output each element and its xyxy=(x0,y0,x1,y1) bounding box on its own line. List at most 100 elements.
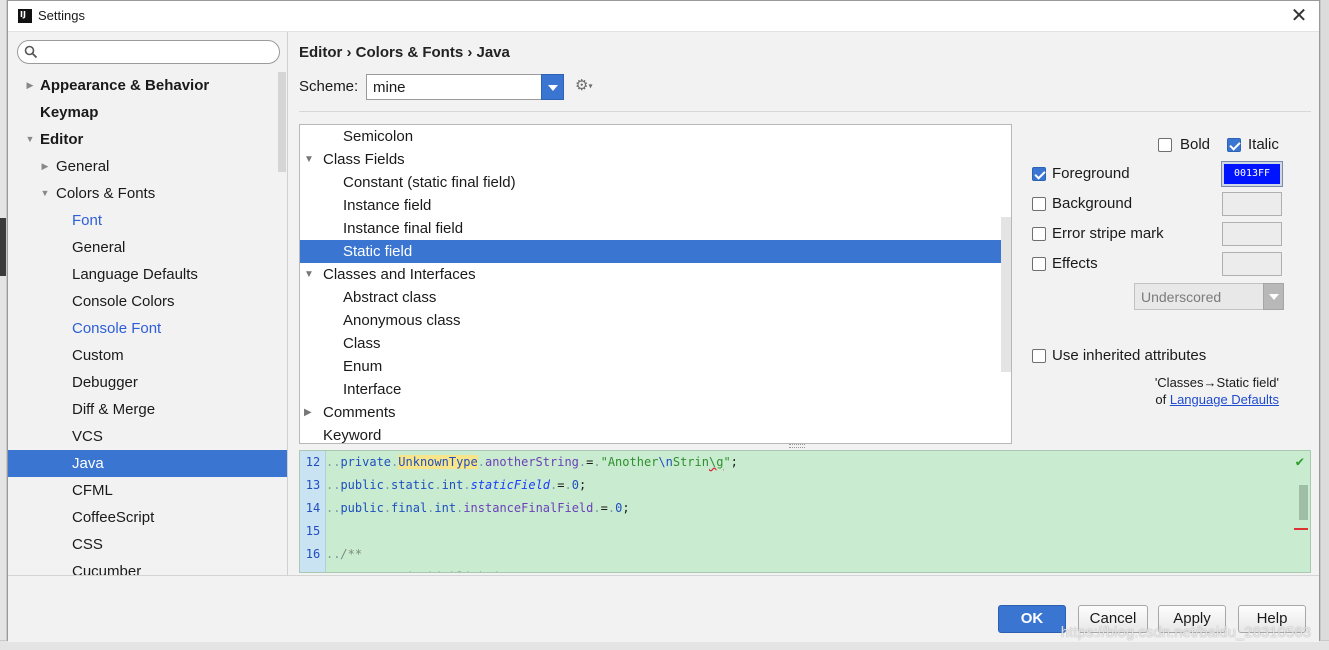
line-number: 14 xyxy=(305,501,321,515)
error-stripe-color-swatch[interactable] xyxy=(1222,222,1282,246)
color-element-item[interactable]: Anonymous class xyxy=(300,309,1011,332)
color-element-label: Interface xyxy=(343,381,402,398)
foreground-color-swatch[interactable]: 0013FF xyxy=(1221,161,1283,187)
color-element-label: Instance final field xyxy=(343,220,464,237)
effects-checkbox[interactable] xyxy=(1032,257,1046,271)
code-token: .. xyxy=(326,478,341,492)
close-icon[interactable]: ✕ xyxy=(1287,4,1311,28)
expand-right-icon[interactable]: ▶ xyxy=(24,72,36,99)
sidebar-item[interactable]: ▶ General xyxy=(8,153,287,180)
background-color-swatch[interactable] xyxy=(1222,192,1282,216)
settings-tree: ▶ Appearance & Behavior Keymap ▼ Editor ▶ Gene… xyxy=(8,72,287,585)
sidebar-item[interactable]: Language Defaults xyxy=(8,261,287,288)
sidebar-item[interactable]: VCS xyxy=(8,423,287,450)
code-token: \n xyxy=(658,455,673,469)
settings-search[interactable] xyxy=(17,40,280,64)
sidebar-item[interactable]: ▶ Appearance & Behavior xyxy=(8,72,287,99)
code-token: public xyxy=(340,501,384,515)
color-element-label: Instance field xyxy=(343,197,432,214)
gear-icon[interactable]: ⚙▾ xyxy=(575,76,592,94)
color-elements-tree[interactable]: Keyword ▶ Comments Interface Enum Class Anonym… xyxy=(299,124,1012,444)
expand-down-icon[interactable]: ▼ xyxy=(39,180,51,207)
bold-checkbox[interactable] xyxy=(1158,138,1172,152)
sidebar-item-label: General xyxy=(56,158,110,175)
search-input[interactable] xyxy=(42,44,274,60)
foreground-hex: 0013FF xyxy=(1233,168,1271,179)
color-element-item[interactable]: Class xyxy=(300,332,1011,355)
language-defaults-link[interactable]: Language Defaults xyxy=(1170,392,1279,407)
code-line: 14 ..public.final.int.instanceFinalField.… xyxy=(300,497,1310,520)
color-element-item[interactable]: Semicolon xyxy=(300,125,1011,148)
breadcrumb: Editor › Colors & Fonts › Java xyxy=(299,44,510,61)
splitter-handle[interactable] xyxy=(789,444,805,448)
scheme-label: Scheme: xyxy=(299,78,359,95)
effects-color-swatch[interactable] xyxy=(1222,252,1282,276)
elements-scrollbar[interactable] xyxy=(1001,217,1011,372)
sidebar-item[interactable]: Diff & Merge xyxy=(8,396,287,423)
error-stripe-checkbox[interactable] xyxy=(1032,227,1046,241)
code-token: static xyxy=(391,478,435,492)
color-element-item[interactable]: ▼ Class Fields xyxy=(300,148,1011,171)
scheme-value: mine xyxy=(373,79,406,96)
expand-down-icon[interactable]: ▼ xyxy=(304,263,314,286)
ok-button[interactable]: OK xyxy=(998,605,1066,633)
code-preview[interactable]: ✔ 12 ..private.UnknownType.anotherString.… xyxy=(299,450,1311,573)
sidebar-item[interactable]: Font xyxy=(8,207,287,234)
effects-type-dropdown[interactable]: Underscored xyxy=(1134,283,1284,310)
chevron-down-icon[interactable] xyxy=(541,74,564,100)
code-token: /** xyxy=(340,547,363,561)
inherited-source: 'Classes→Static field' xyxy=(1154,375,1279,390)
code-token: " xyxy=(723,455,731,469)
settings-sidebar: ▶ Appearance & Behavior Keymap ▼ Editor ▶ Gene… xyxy=(8,32,288,580)
sidebar-item[interactable]: ▼ Editor xyxy=(8,126,287,153)
chevron-down-icon[interactable] xyxy=(1263,283,1284,310)
sidebar-item[interactable]: Java xyxy=(8,450,287,477)
line-number: 17 xyxy=(300,566,326,572)
sidebar-item[interactable]: CoffeeScript xyxy=(8,504,287,531)
expand-down-icon[interactable]: ▼ xyxy=(304,148,314,171)
code-token: . xyxy=(434,478,442,492)
sidebar-item-label: Java xyxy=(72,455,104,472)
code-token: ... xyxy=(326,570,348,572)
color-element-item[interactable]: Abstract class xyxy=(300,286,1011,309)
ide-background-strip xyxy=(0,0,7,650)
use-inherited-checkbox[interactable] xyxy=(1032,349,1046,363)
code-token: . xyxy=(607,501,616,515)
color-element-item[interactable]: Instance field xyxy=(300,194,1011,217)
italic-checkbox[interactable] xyxy=(1227,138,1241,152)
color-element-label: Class Fields xyxy=(323,151,405,168)
scheme-dropdown[interactable]: mine xyxy=(366,74,564,100)
sidebar-item-label: Custom xyxy=(72,347,124,364)
sidebar-item[interactable]: Console Font xyxy=(8,315,287,342)
color-element-item[interactable]: Constant (static final field) xyxy=(300,171,1011,194)
colors-fonts-panel: Editor › Colors & Fonts › Java Scheme: m… xyxy=(289,32,1319,575)
sidebar-item[interactable]: CSS xyxy=(8,531,287,558)
color-element-item[interactable]: Instance final field xyxy=(300,217,1011,240)
sidebar-item[interactable]: Console Colors xyxy=(8,288,287,315)
sidebar-item[interactable]: ▼ Colors & Fonts xyxy=(8,180,287,207)
inherited-from-note: 'Classes→Static field' of Language Defau… xyxy=(1155,374,1279,408)
expand-down-icon[interactable]: ▼ xyxy=(24,126,36,153)
expand-right-icon[interactable]: ▶ xyxy=(39,153,51,180)
color-element-item[interactable]: ▶ Comments xyxy=(300,401,1011,424)
foreground-checkbox[interactable] xyxy=(1032,167,1046,181)
foreground-label: Foreground xyxy=(1052,165,1130,182)
sidebar-item[interactable]: Debugger xyxy=(8,369,287,396)
color-element-item[interactable]: ▼ Classes and Interfaces xyxy=(300,263,1011,286)
sidebar-item[interactable]: Keymap xyxy=(8,99,287,126)
sidebar-scrollbar[interactable] xyxy=(278,72,286,172)
code-token: .. xyxy=(326,547,341,561)
background-checkbox[interactable] xyxy=(1032,197,1046,211)
color-element-item[interactable]: Static field xyxy=(300,240,1011,263)
sidebar-item[interactable]: CFML xyxy=(8,477,287,504)
effects-label: Effects xyxy=(1052,255,1098,272)
expand-right-icon[interactable]: ▶ xyxy=(304,401,312,424)
use-inherited-label: Use inherited attributes xyxy=(1052,347,1207,364)
sidebar-item[interactable]: Custom xyxy=(8,342,287,369)
color-element-item[interactable]: Interface xyxy=(300,378,1011,401)
color-element-item[interactable]: Keyword xyxy=(300,424,1011,443)
line-number: 12 xyxy=(305,455,321,469)
sidebar-item[interactable]: General xyxy=(8,234,287,261)
code-token: \g xyxy=(708,455,724,469)
color-element-item[interactable]: Enum xyxy=(300,355,1011,378)
